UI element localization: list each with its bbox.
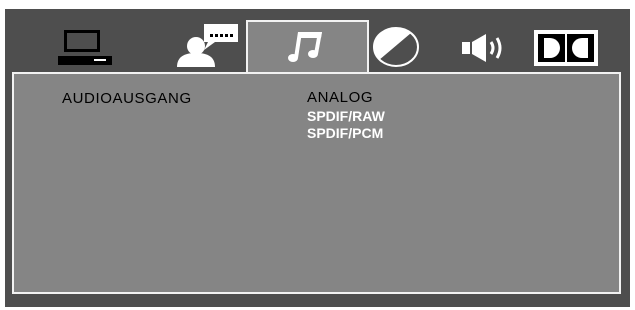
speaker-icon[interactable] bbox=[462, 34, 512, 62]
option-current[interactable]: ANALOG bbox=[307, 90, 373, 106]
user-message-icon[interactable] bbox=[175, 24, 241, 68]
dolby-digital-icon[interactable] bbox=[534, 30, 598, 66]
option-item[interactable]: SPDIF/RAW bbox=[307, 108, 385, 124]
music-note-icon[interactable] bbox=[288, 30, 326, 64]
tv-monitor-icon[interactable] bbox=[58, 30, 114, 66]
setting-label: AUDIOAUSGANG bbox=[62, 90, 192, 107]
contrast-circle-icon[interactable] bbox=[373, 27, 419, 67]
option-item[interactable]: SPDIF/PCM bbox=[307, 125, 383, 141]
